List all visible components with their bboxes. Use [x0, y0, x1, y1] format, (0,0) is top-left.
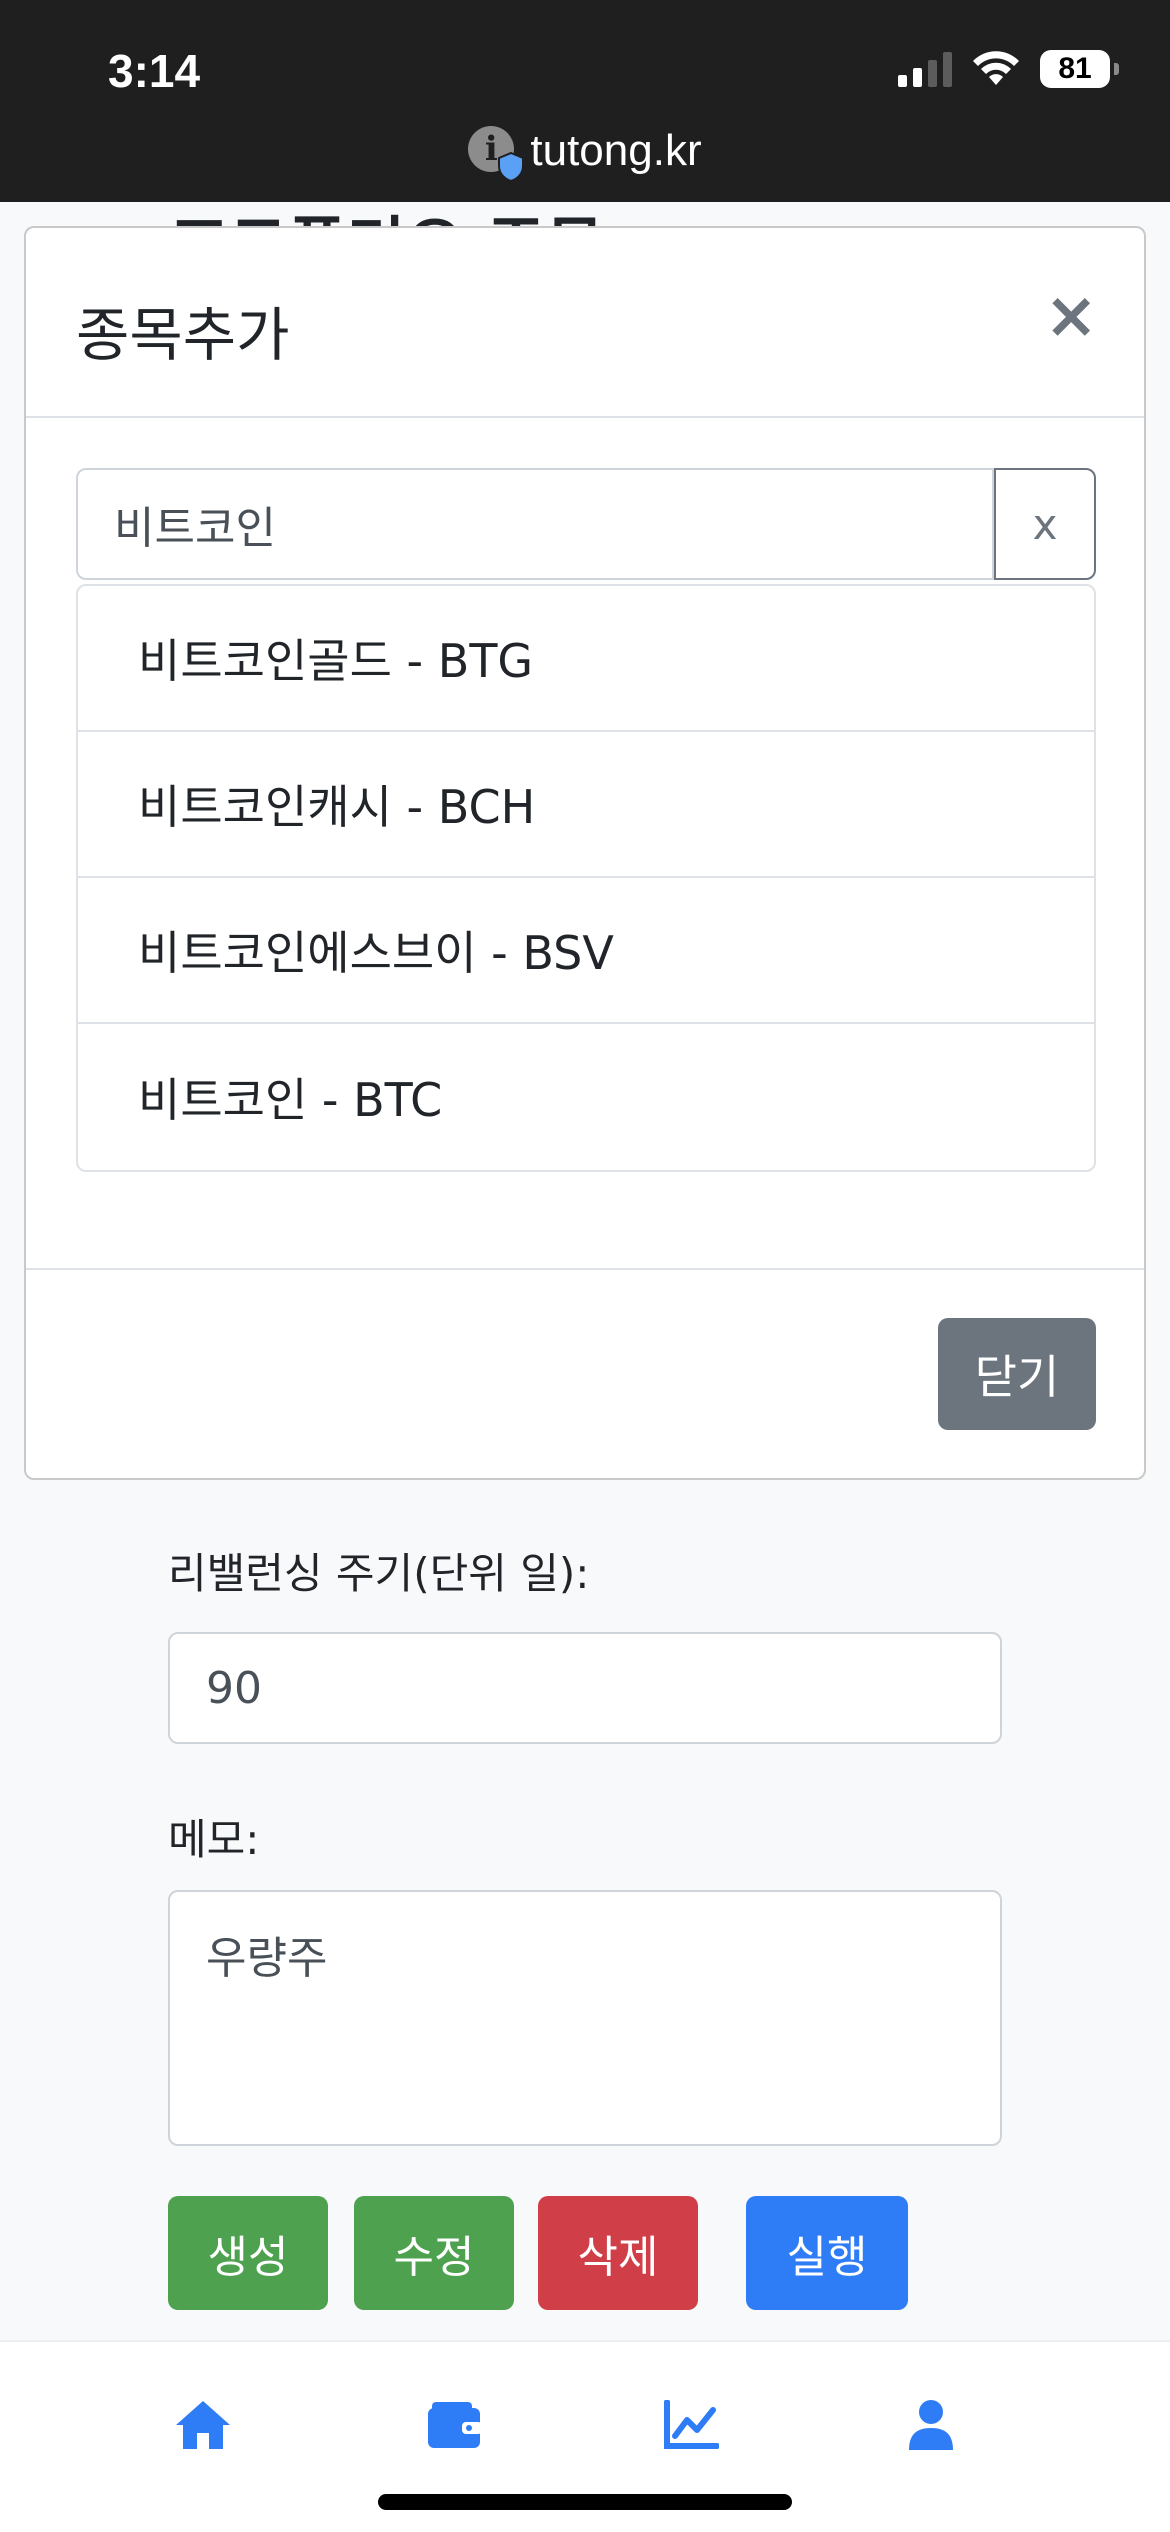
close-icon[interactable]: ×: [1044, 284, 1098, 348]
status-icons: 81: [898, 50, 1119, 88]
battery-icon: 81: [1040, 50, 1119, 88]
search-input[interactable]: 비트코인: [76, 468, 994, 580]
close-button[interactable]: 닫기: [938, 1318, 1096, 1430]
result-item-bsv[interactable]: 비트코인에스브이 - BSV: [78, 878, 1094, 1024]
memo-textarea[interactable]: 우량주: [168, 1890, 1002, 2146]
search-results-list: 비트코인골드 - BTG 비트코인캐시 - BCH 비트코인에스브이 - BSV…: [76, 584, 1096, 1172]
signal-icon: [898, 51, 952, 87]
status-time: 3:14: [108, 45, 201, 97]
run-button[interactable]: 실행: [746, 2196, 908, 2310]
clear-search-button[interactable]: x: [994, 468, 1096, 580]
memo-label: 메모:: [168, 1815, 260, 1864]
user-icon[interactable]: [896, 2390, 966, 2460]
url-text: tutong.kr: [530, 126, 702, 175]
info-shield-icon[interactable]: i: [468, 126, 525, 182]
modal-header: 종목추가 ×: [26, 228, 1144, 418]
status-bar: 3:14 81 i tutong.kr: [0, 0, 1170, 202]
rebalance-input[interactable]: 90: [168, 1632, 1002, 1744]
result-item-bch[interactable]: 비트코인캐시 - BCH: [78, 732, 1094, 878]
chart-line-icon[interactable]: [656, 2390, 726, 2460]
result-item-btc[interactable]: 비트코인 - BTC: [78, 1024, 1094, 1170]
modal-footer: 닫기: [26, 1268, 1144, 1480]
add-stock-modal: 종목추가 × 비트코인 x 비트코인골드 - BTG 비트코인캐시 - BCH …: [24, 226, 1146, 1480]
rebalance-label: 리밸런싱 주기(단위 일):: [168, 1549, 590, 1598]
edit-button[interactable]: 수정: [354, 2196, 514, 2310]
home-indicator: [378, 2494, 792, 2510]
create-button[interactable]: 생성: [168, 2196, 328, 2310]
result-item-btg[interactable]: 비트코인골드 - BTG: [78, 586, 1094, 732]
wifi-icon: [973, 51, 1019, 85]
url-bar[interactable]: i tutong.kr: [0, 126, 1170, 182]
wallet-icon[interactable]: [420, 2390, 490, 2460]
modal-title: 종목추가: [76, 301, 290, 369]
delete-button[interactable]: 삭제: [538, 2196, 698, 2310]
home-icon[interactable]: [168, 2390, 238, 2460]
